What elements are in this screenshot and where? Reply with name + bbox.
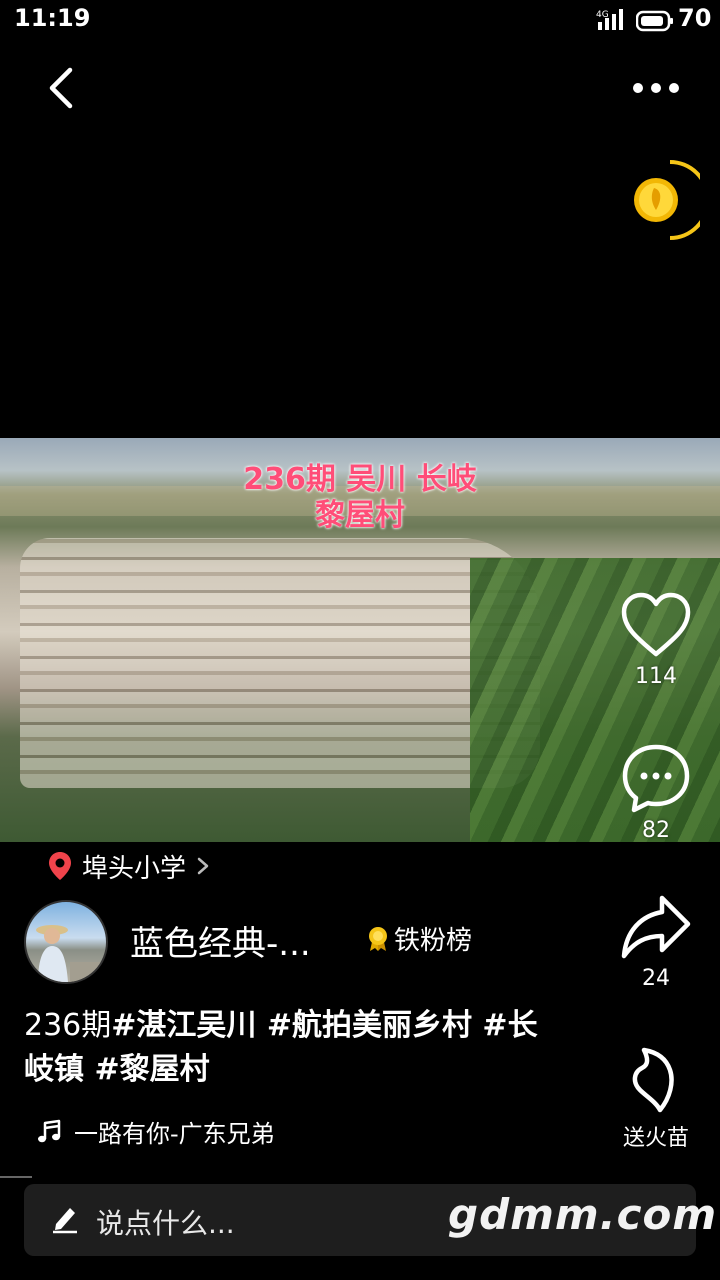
comment-placeholder[interactable]: 说点什么... [96,1202,235,1242]
share-arrow-icon [621,895,691,959]
status-time: 11:19 [14,4,91,32]
like-button[interactable]: 114 [608,592,704,689]
author-name[interactable]: 蓝色经典-... [130,916,311,965]
music-title: 一路有你-广东兄弟 [74,1120,275,1148]
description-tags-line1[interactable]: #湛江吴川 #航拍美丽乡村 #长 [111,1008,537,1043]
watermark: gdmm.com [448,1190,718,1239]
gold-coin-icon [634,160,710,240]
author-avatar[interactable] [24,900,108,984]
coin-reward-button[interactable] [626,158,710,242]
more-dots-icon [633,83,679,93]
description-prefix: 236期 [24,1008,112,1043]
location-tag[interactable]: 埠头小学 [48,848,210,884]
send-flame-button[interactable]: 送火苗 [608,1044,704,1152]
avatar-image [36,925,106,982]
video-description[interactable]: 236期#湛江吴川 #航拍美丽乡村 #长 岐镇 #黎屋村 [24,1004,564,1092]
location-pin-icon [49,852,71,880]
fan-ranking-label: 铁粉榜 [394,926,473,956]
description-tags-line2[interactable]: 岐镇 #黎屋村 [24,1052,210,1087]
send-flame-label: 送火苗 [622,1126,689,1151]
pencil-icon [53,1208,77,1234]
share-button[interactable]: 24 [608,892,704,991]
location-label: 埠头小学 [82,853,187,884]
medal-icon [369,926,387,951]
video-scene-village [20,538,540,788]
back-button[interactable] [40,62,88,114]
chevron-right-icon [197,857,209,875]
video-caption-line2: 黎屋村 [315,498,405,533]
like-count: 114 [635,664,677,689]
signal-icon: 4G [596,9,623,30]
comment-button[interactable]: 82 [608,742,704,843]
fan-ranking-badge[interactable]: 铁粉榜 [366,920,472,957]
music-note-icon [38,1119,61,1142]
share-count: 24 [642,966,670,991]
comment-bubble-icon [622,744,690,813]
comment-count: 82 [642,818,670,843]
status-bar: 11:19 4G 70 [0,0,720,40]
more-button[interactable] [624,70,684,106]
music-info[interactable]: 一路有你-广东兄弟 [36,1114,275,1149]
flame-icon [632,1047,674,1113]
battery-icon [636,10,673,32]
heart-icon [621,592,691,657]
battery-level: 70 [678,4,712,32]
chevron-left-icon [49,67,73,109]
video-progress-bar[interactable] [0,1176,32,1178]
